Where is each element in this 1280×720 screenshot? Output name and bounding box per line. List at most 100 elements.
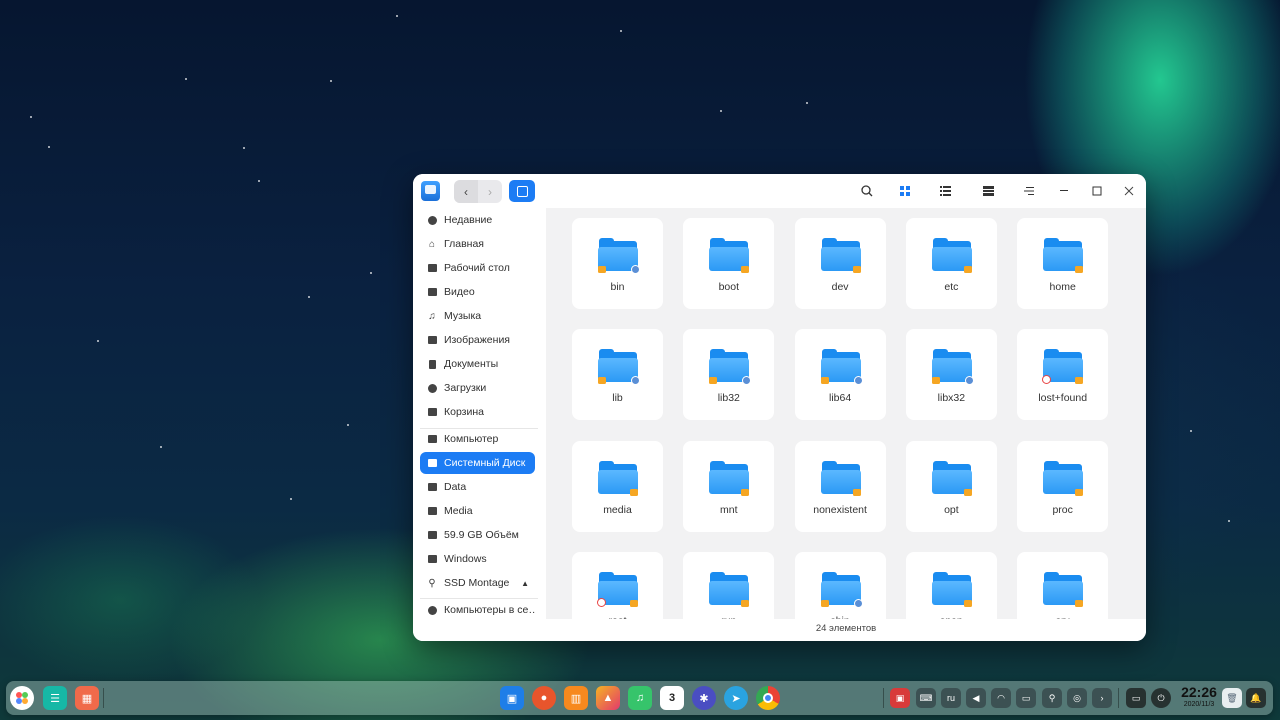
menu-icon[interactable]: [1020, 182, 1038, 200]
file-item[interactable]: lib: [572, 329, 663, 421]
usb-icon[interactable]: ⚲: [1042, 688, 1062, 708]
folder-icon: [820, 571, 863, 608]
sidebar-item-data[interactable]: Data: [420, 476, 535, 498]
show-desktop-icon[interactable]: ▭: [1126, 688, 1146, 708]
notification-icon[interactable]: 🔔: [1246, 688, 1266, 708]
lock-icon: [598, 377, 606, 385]
file-name: dev: [831, 281, 849, 293]
multitask-view-icon[interactable]: ☰: [43, 686, 67, 710]
symlink-icon: [964, 376, 974, 386]
file-item[interactable]: snap: [905, 551, 997, 619]
launcher-icon[interactable]: [10, 686, 34, 710]
lock-icon: [741, 266, 750, 273]
fingerprint-icon[interactable]: ◎: [1067, 688, 1087, 708]
sidebar-item-home[interactable]: ⌂ Главная: [420, 233, 535, 255]
calendar-icon[interactable]: 3: [660, 686, 684, 710]
wifi-icon[interactable]: ◠: [991, 688, 1011, 708]
tray-expand-icon[interactable]: ›: [1092, 688, 1112, 708]
taskbar: ☰ ▦ ▣ ● ▥ ▲ ♫ 3 ✱ ➤ ▣ ⌨ ru ◀ ◠ ▭ ⚲ ◎ › ▭…: [6, 681, 1273, 715]
folder-icon: [709, 571, 750, 607]
keyboard-icon[interactable]: ⌨: [916, 688, 936, 708]
battery-icon[interactable]: ▭: [1016, 688, 1036, 708]
disk-icon: [427, 530, 437, 540]
lock-icon: [820, 599, 829, 607]
forward-button[interactable]: ›: [478, 180, 502, 203]
file-item[interactable]: opt: [905, 440, 997, 532]
lock-icon: [741, 599, 750, 607]
sidebar-item-desktop[interactable]: Рабочий стол: [420, 257, 535, 279]
file-manager-icon[interactable]: ▣: [500, 686, 524, 710]
language-indicator[interactable]: ru: [941, 688, 961, 708]
sidebar-item-system-disk[interactable]: Системный Диск: [420, 452, 535, 474]
file-name: lib32: [717, 392, 740, 405]
back-button[interactable]: ‹: [454, 180, 478, 203]
file-item[interactable]: run: [683, 551, 775, 619]
file-item[interactable]: srv: [1017, 551, 1109, 619]
music-player-icon[interactable]: ♫: [628, 686, 652, 710]
disk-icon: [427, 482, 437, 492]
sidebar-item-documents[interactable]: Документы: [420, 353, 535, 375]
sidebar-item-computer[interactable]: Компьютер: [420, 428, 535, 450]
minimize-button[interactable]: [1056, 182, 1074, 200]
folder-icon: [820, 238, 861, 273]
sidebar-item-music[interactable]: ♫ Музыка: [420, 305, 535, 327]
trash-dock-icon[interactable]: 🗑: [1222, 688, 1242, 708]
power-icon[interactable]: ⏻: [1151, 688, 1171, 708]
file-item[interactable]: proc: [1017, 440, 1109, 532]
firefox-icon[interactable]: ●: [532, 686, 556, 710]
sidebar-item-windows[interactable]: Windows: [420, 548, 535, 570]
workspace-icon[interactable]: ▦: [75, 686, 99, 710]
file-item[interactable]: lib64: [794, 329, 886, 421]
file-item[interactable]: lib32: [683, 329, 775, 421]
sidebar-item-ssd-montage[interactable]: ⚲ SSD Montage ▲: [420, 572, 535, 594]
clock[interactable]: 22:26 2020/11/3: [1178, 685, 1220, 709]
file-grid: bin boot dev etc home lib lib32 lib64 libx32 lost…: [546, 208, 1146, 619]
file-item[interactable]: dev: [794, 218, 886, 309]
icon-view-button[interactable]: [896, 182, 914, 200]
file-name: boot: [718, 281, 740, 293]
sidebar-item-trash[interactable]: Корзина: [420, 401, 535, 423]
file-item[interactable]: root: [572, 551, 663, 619]
lock-icon: [741, 488, 750, 496]
folder-icon: [709, 460, 750, 496]
sidebar-item-video[interactable]: Видео: [420, 281, 535, 303]
image-viewer-icon[interactable]: ▲: [596, 686, 620, 710]
telegram-icon[interactable]: ➤: [724, 686, 748, 710]
sidebar-item-recent[interactable]: Недавние: [420, 209, 535, 231]
dock-separator: [883, 688, 884, 708]
close-button[interactable]: [1120, 182, 1138, 200]
file-name: lib64: [829, 392, 852, 405]
file-item[interactable]: nonexistent: [794, 440, 886, 532]
trash-icon: [427, 407, 437, 417]
folder-icon: [598, 238, 640, 274]
volume-icon[interactable]: ◀: [966, 688, 986, 708]
chrome-icon[interactable]: [756, 686, 780, 710]
dock-separator: [1118, 688, 1119, 708]
file-item[interactable]: etc: [905, 218, 997, 309]
file-item[interactable]: lost+found: [1017, 329, 1109, 421]
file-item[interactable]: sbin: [794, 551, 886, 619]
file-item[interactable]: bin: [572, 218, 663, 309]
list-view-button[interactable]: [936, 182, 954, 200]
settings-icon[interactable]: ✱: [692, 686, 716, 710]
maximize-button[interactable]: [1088, 182, 1106, 200]
breadcrumb-disk-button[interactable]: [509, 180, 535, 202]
file-item[interactable]: home: [1017, 218, 1109, 309]
file-item[interactable]: libx32: [905, 329, 997, 421]
sidebar-item-network[interactable]: Компьютеры в се…: [420, 599, 535, 621]
sidebar-item-downloads[interactable]: Загрузки: [420, 377, 535, 399]
file-name: bin: [610, 281, 625, 293]
eject-icon[interactable]: ▲: [521, 579, 529, 588]
file-item[interactable]: mnt: [683, 440, 775, 532]
sidebar-item-volume[interactable]: 59.9 GB Объём: [420, 524, 535, 546]
folder-icon: [931, 460, 972, 496]
file-item[interactable]: boot: [683, 218, 775, 309]
detail-view-button[interactable]: [979, 182, 997, 200]
file-item[interactable]: media: [572, 440, 663, 532]
search-icon[interactable]: [858, 182, 876, 200]
sidebar-item-media[interactable]: Media: [420, 500, 535, 522]
screenshot-icon[interactable]: ▣: [890, 688, 910, 708]
folder-icon: [931, 238, 972, 273]
sidebar-item-images[interactable]: Изображения: [420, 329, 535, 351]
app-store-icon[interactable]: ▥: [564, 686, 588, 710]
